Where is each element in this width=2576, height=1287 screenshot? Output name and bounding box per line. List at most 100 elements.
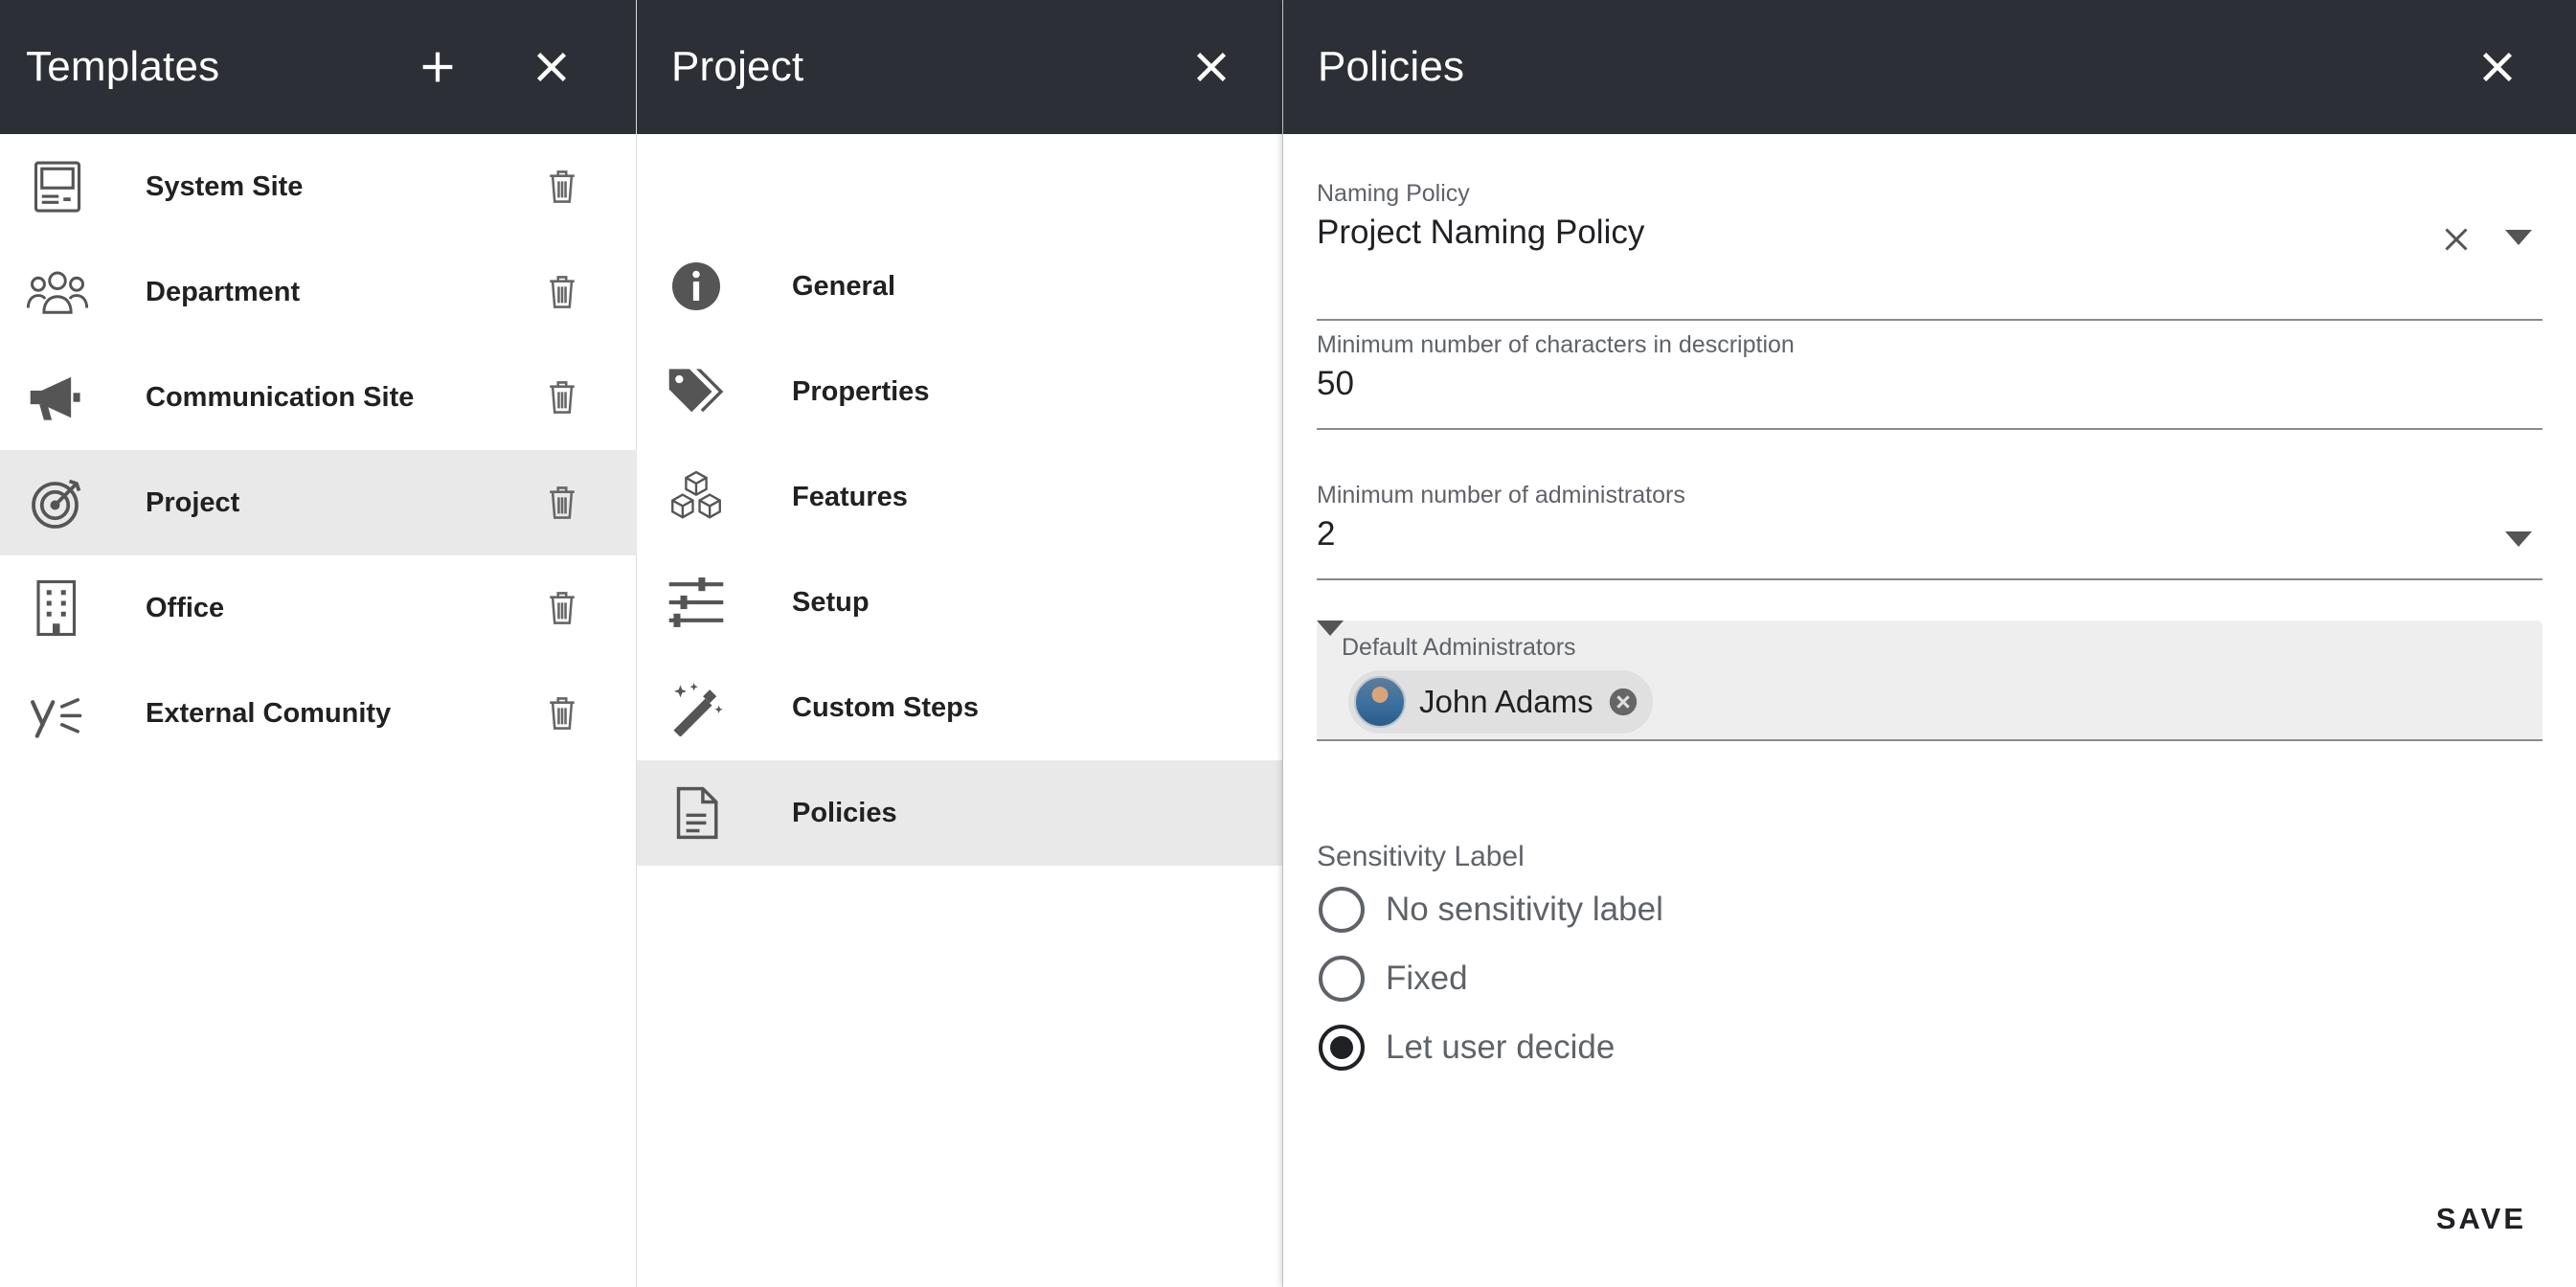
min-admins-select[interactable]: Minimum number of administrators 2 [1317, 482, 2542, 580]
trash-icon [550, 381, 575, 414]
close-icon [1196, 52, 1227, 82]
close-policies-button[interactable] [2467, 36, 2528, 98]
templates-title: Templates [26, 43, 220, 90]
project-header: Project [637, 0, 1282, 134]
target-icon [23, 474, 92, 531]
template-item-project[interactable]: Project [0, 450, 637, 555]
radio-no-sensitivity-label[interactable]: No sensitivity label [1317, 887, 1663, 933]
min-admins-value: 2 [1317, 515, 1336, 553]
project-menu-custom-steps[interactable]: Custom Steps [637, 655, 1282, 760]
min-admins-label: Minimum number of administrators [1317, 482, 1685, 508]
save-button[interactable]: SAVE [2436, 1202, 2526, 1236]
project-menu-label: Properties [792, 375, 930, 407]
project-panel: Project General Properties Features Setu… [637, 0, 1283, 1287]
building-icon [23, 579, 92, 637]
min-description-chars-value: 50 [1317, 365, 1354, 402]
project-menu-label: Custom Steps [792, 691, 979, 723]
templates-header: Templates [0, 0, 636, 134]
document-icon [662, 784, 731, 842]
template-item-external-comunity[interactable]: External Comunity [0, 661, 637, 766]
naming-policy-select[interactable]: Naming Policy Project Naming Policy [1317, 180, 2542, 321]
template-item-label: Communication Site [146, 381, 415, 413]
min-description-chars-underline [1317, 428, 2542, 430]
megaphone-icon [23, 369, 92, 426]
template-item-office[interactable]: Office [0, 555, 637, 661]
trash-icon [550, 170, 575, 203]
system-site-icon [23, 158, 92, 215]
trash-icon [550, 486, 575, 519]
yammer-icon [23, 685, 92, 742]
delete-template-button[interactable] [541, 376, 583, 418]
project-menu-label: Policies [792, 797, 897, 828]
clear-naming-policy-button[interactable] [2437, 220, 2475, 259]
templates-panel: Templates System Site Department Communi… [0, 0, 637, 1287]
template-item-label: Department [146, 276, 301, 307]
radio-circle[interactable] [1319, 887, 1365, 933]
default-admins-select[interactable]: Default Administrators John Adams [1317, 621, 2542, 741]
default-admins-label: Default Administrators [1342, 634, 1576, 661]
trash-icon [550, 592, 575, 624]
project-menu-general[interactable]: General [637, 234, 1282, 339]
radio-let-user-decide[interactable]: Let user decide [1317, 1025, 1615, 1071]
sensitivity-label: Sensitivity Label [1317, 841, 1525, 872]
close-templates-button[interactable] [521, 36, 582, 98]
trash-icon [550, 276, 575, 308]
naming-policy-value: Project Naming Policy [1317, 214, 1645, 251]
delete-template-button[interactable] [541, 692, 583, 734]
admin-chip-label: John Adams [1419, 684, 1593, 719]
radio-fixed[interactable]: Fixed [1317, 956, 1468, 1002]
policies-header: Policies [1283, 0, 2576, 134]
policies-title: Policies [1318, 43, 1465, 90]
template-item-system-site[interactable]: System Site [0, 134, 637, 239]
project-menu-properties[interactable]: Properties [637, 339, 1282, 444]
close-icon [536, 52, 567, 82]
chevron-down-icon[interactable] [1317, 621, 1344, 640]
radio-label: No sensitivity label [1386, 891, 1663, 928]
project-title: Project [671, 43, 804, 90]
template-item-communication-site[interactable]: Communication Site [0, 345, 637, 450]
project-menu-label: General [792, 270, 895, 302]
naming-policy-underline [1317, 319, 2542, 321]
templates-list: System Site Department Communication Sit… [0, 134, 637, 738]
template-item-label: Project [146, 486, 240, 518]
plus-icon [422, 52, 453, 82]
template-item-label: Office [146, 592, 225, 623]
close-project-button[interactable] [1181, 36, 1242, 98]
trash-icon [550, 697, 575, 730]
info-icon [662, 258, 731, 315]
delete-template-button[interactable] [541, 587, 583, 629]
radio-circle[interactable] [1319, 1025, 1365, 1071]
avatar [1354, 676, 1406, 728]
radio-circle[interactable] [1319, 956, 1365, 1002]
chevron-down-icon[interactable] [2504, 228, 2533, 247]
close-icon [2482, 52, 2513, 82]
min-admins-underline [1317, 578, 2542, 580]
cancel-circle-icon [1609, 688, 1637, 716]
delete-template-button[interactable] [541, 166, 583, 208]
naming-policy-label: Naming Policy [1317, 180, 1470, 207]
project-menu-label: Setup [792, 586, 870, 618]
project-menu-features[interactable]: Features [637, 444, 1282, 550]
add-template-button[interactable] [407, 36, 468, 98]
people-group-icon [23, 263, 92, 321]
radio-label: Let user decide [1386, 1028, 1616, 1066]
magic-wand-icon [662, 679, 731, 736]
min-description-chars-input[interactable]: Minimum number of characters in descript… [1317, 331, 2542, 430]
radio-label: Fixed [1386, 960, 1468, 997]
project-menu-label: Features [792, 481, 908, 512]
app: Templates System Site Department Communi… [0, 0, 2576, 1287]
template-item-department[interactable]: Department [0, 239, 637, 345]
remove-chip-button[interactable] [1607, 686, 1639, 718]
admin-chip[interactable]: John Adams [1348, 670, 1653, 734]
template-item-label: External Comunity [146, 697, 392, 729]
sliders-icon [662, 574, 731, 631]
delete-template-button[interactable] [541, 482, 583, 524]
default-admins-underline [1317, 739, 2542, 741]
template-item-label: System Site [146, 170, 304, 202]
chevron-down-icon[interactable] [2504, 530, 2533, 549]
project-menu-policies[interactable]: Policies [637, 760, 1282, 866]
policies-panel: Policies Naming Policy Project Naming Po… [1283, 0, 2576, 1287]
project-menu-setup[interactable]: Setup [637, 550, 1282, 655]
close-icon [2445, 228, 2468, 251]
delete-template-button[interactable] [541, 271, 583, 313]
